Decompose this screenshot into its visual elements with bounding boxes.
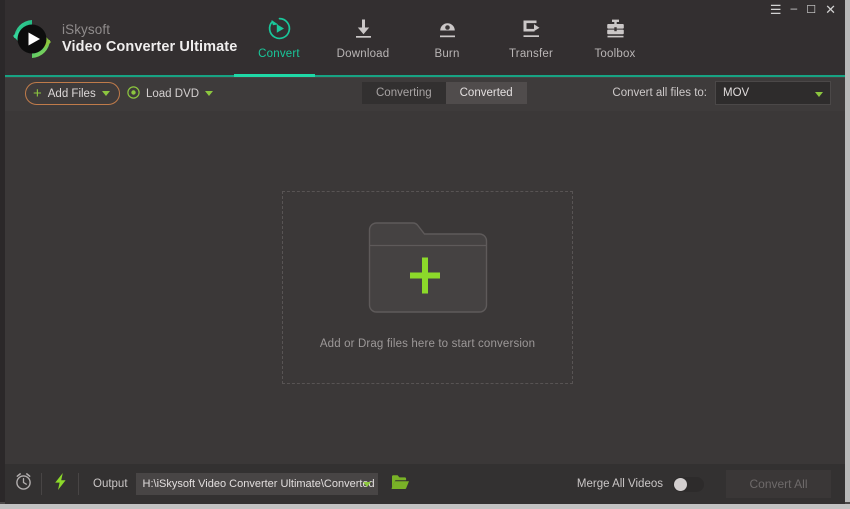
add-files-label: Add Files [47,87,96,100]
output-path-value: H:\iSkysoft Video Converter Ultimate\Con… [142,478,375,490]
file-dropzone[interactable]: Add or Drag files here to start conversi… [282,191,573,384]
chevron-down-icon [815,92,823,97]
brand-logo-block: iSkysoft Video Converter Ultimate [9,16,237,62]
burn-disc-icon [435,14,460,42]
lightning-bolt-icon [52,472,69,496]
nav-label-burn: Burn [434,48,460,60]
folder-open-icon [391,474,410,495]
hardware-accel-button[interactable] [42,464,78,504]
chevron-down-icon[interactable] [101,91,110,96]
app-logo-icon [9,16,55,62]
output-label: Output [93,478,128,490]
open-output-folder-button[interactable] [391,474,410,495]
output-format-value: MOV [723,87,750,99]
merge-all-videos-toggle[interactable] [673,476,704,492]
nav-label-download: Download [336,48,390,60]
download-icon [351,14,376,42]
toolbox-icon [603,14,628,42]
convert-icon [267,14,292,42]
nav-label-toolbox: Toolbox [594,48,636,60]
converting-converted-tabs: Converting Converted [362,82,527,104]
scheduler-button[interactable] [5,464,41,504]
file-list-canvas: Add or Drag files here to start conversi… [5,111,845,464]
tab-converted[interactable]: Converted [445,82,527,104]
nav-item-download[interactable]: Download [321,10,405,60]
title-bar: ☰ – ☐ ✕ iSkysoft Video Converter Ultimat… [5,0,845,76]
nav-item-toolbox[interactable]: Toolbox [573,10,657,60]
toggle-knob [674,477,687,491]
nav-item-burn[interactable]: Burn [405,10,489,60]
alarm-clock-icon [14,472,33,496]
convert-all-to-label: Convert all files to: [612,87,707,99]
folder-plus-icon [367,220,489,315]
window-edge-right [845,0,850,509]
transfer-icon [519,14,544,42]
nav-item-transfer[interactable]: Transfer [489,10,573,60]
convert-all-to-group: Convert all files to: MOV [612,81,831,105]
chevron-down-icon [362,482,371,487]
add-files-button[interactable]: + Add Files [25,82,120,105]
output-path-select[interactable]: H:\iSkysoft Video Converter Ultimate\Con… [135,473,378,495]
chevron-down-icon[interactable] [205,91,214,96]
bottom-divider-2 [78,473,79,495]
bottom-bar: Output H:\iSkysoft Video Converter Ultim… [5,464,845,504]
minimize-icon[interactable]: – [791,1,798,15]
main-nav: Convert Download Burn Transfer Toolbox [237,10,657,60]
menu-icon[interactable]: ☰ [770,3,782,17]
close-icon[interactable]: ✕ [825,3,836,17]
disc-icon [127,85,140,102]
app-window: ☰ – ☐ ✕ iSkysoft Video Converter Ultimat… [0,0,850,509]
tab-converting[interactable]: Converting [362,82,446,104]
nav-label-transfer: Transfer [509,48,553,60]
window-edge-bottom [0,504,850,509]
plus-icon: + [33,85,42,102]
dropzone-text: Add or Drag files here to start conversi… [319,338,536,350]
maximize-icon[interactable]: ☐ [806,3,816,17]
load-dvd-button[interactable]: Load DVD [127,82,214,105]
toolbar-highlight [5,77,845,78]
load-dvd-label: Load DVD [146,87,200,100]
output-format-select[interactable]: MOV [715,81,831,105]
bottom-right-controls: Merge All Videos Convert All [577,470,845,498]
toolbar: + Add Files Load DVD Converting Converte… [5,77,845,111]
brand-line-1: iSkysoft [62,22,111,37]
merge-all-videos-label: Merge All Videos [576,478,663,490]
nav-label-convert: Convert [258,48,300,60]
convert-all-button[interactable]: Convert All [726,470,831,498]
window-controls: ☰ – ☐ ✕ [770,1,836,17]
brand-line-2: Video Converter Ultimate [62,39,238,55]
nav-item-convert[interactable]: Convert [237,10,321,60]
